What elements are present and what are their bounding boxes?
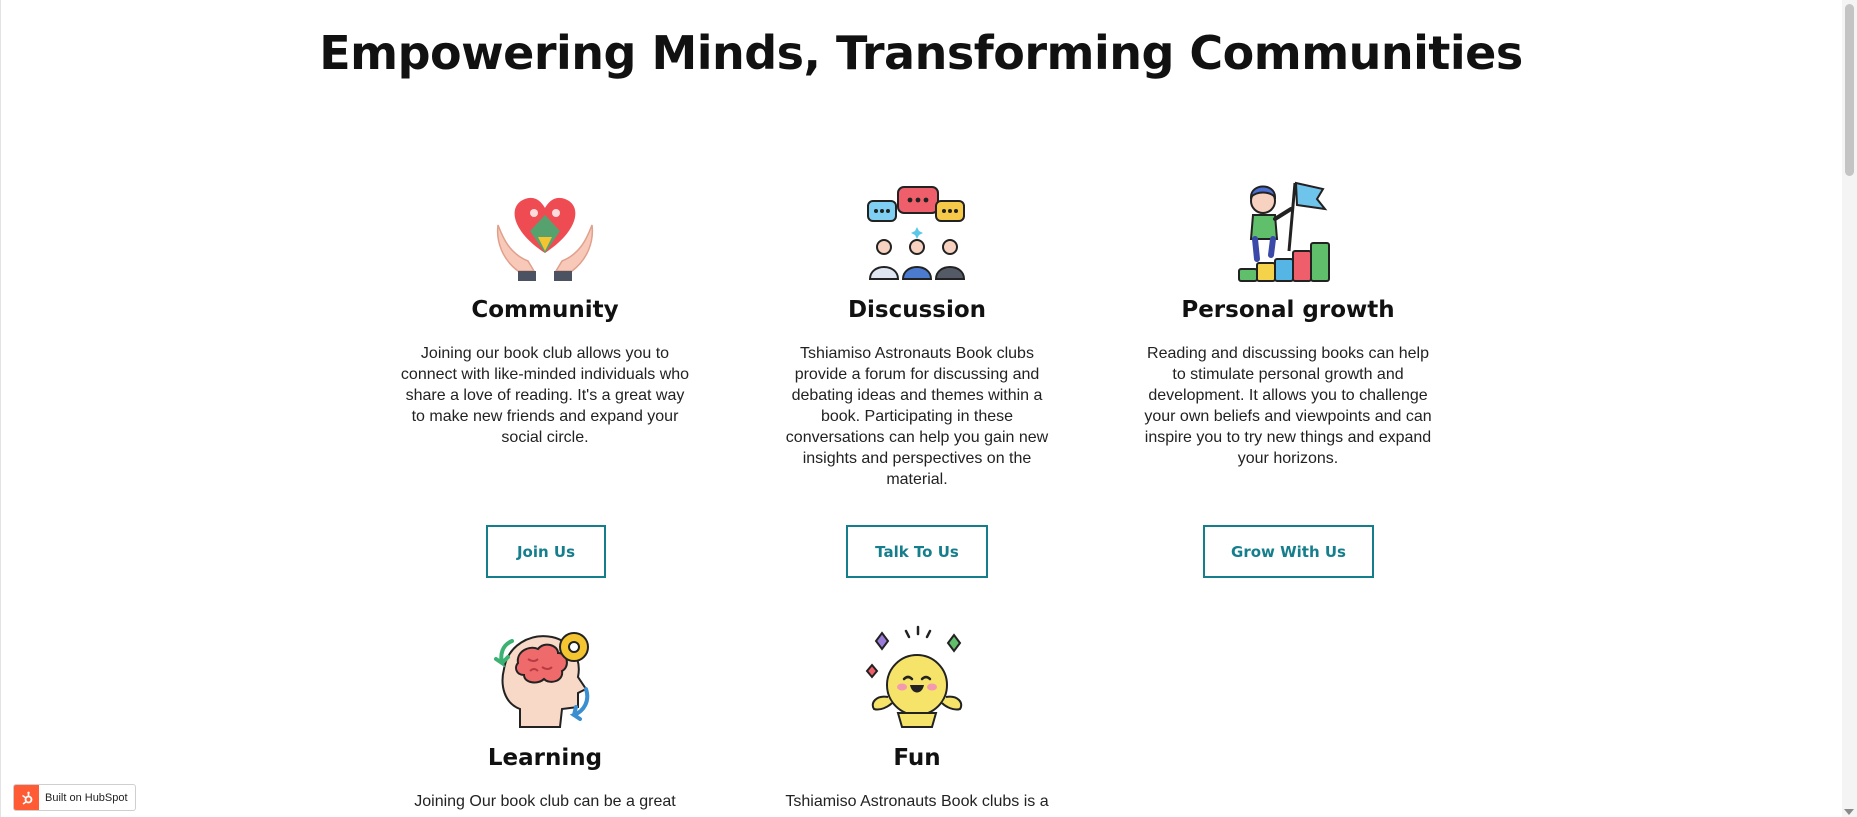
- hubspot-badge-label: Built on HubSpot: [45, 791, 128, 804]
- scroll-down-arrow-icon[interactable]: [1844, 809, 1854, 815]
- brain-gear-icon: [494, 632, 590, 728]
- card-fun: Fun Tshiamiso Astronauts Book clubs is a: [767, 623, 1067, 812]
- card-learning: Learning Joining Our book club can be a …: [395, 623, 695, 812]
- card-heading: Personal growth: [1181, 297, 1395, 323]
- growth-flag-icon: [1238, 181, 1330, 282]
- card-text: Joining Our book club can be a great: [414, 793, 676, 810]
- join-us-button[interactable]: Join Us: [486, 525, 606, 578]
- hubspot-logo-icon: [14, 785, 39, 810]
- card-text: Tshiamiso Astronauts Book clubs is a: [785, 793, 1049, 810]
- card-discussion: Discussion Tshiamiso Astronauts Book clu…: [767, 175, 1067, 490]
- card-text: Reading and discussing books can help to…: [1144, 345, 1432, 467]
- card-heading: Fun: [893, 745, 941, 771]
- page: Empowering Minds, Transforming Communiti…: [0, 0, 1857, 817]
- card-community: Community Joining our book club allows y…: [395, 175, 695, 448]
- talk-to-us-button[interactable]: Talk To Us: [846, 525, 988, 578]
- scrollbar-thumb[interactable]: [1845, 4, 1854, 176]
- card-text: Joining our book club allows you to conn…: [400, 345, 690, 446]
- heart-hands-icon: [496, 197, 594, 281]
- card-heading: Community: [471, 297, 619, 323]
- grow-with-us-button[interactable]: Grow With Us: [1203, 525, 1374, 578]
- chat-group-icon: [867, 186, 966, 280]
- hubspot-badge[interactable]: Built on HubSpot: [13, 784, 136, 811]
- card-text: Tshiamiso Astronauts Book clubs provide …: [785, 345, 1049, 488]
- card-heading: Learning: [487, 745, 603, 771]
- happy-face-icon: [865, 625, 963, 728]
- vertical-scrollbar[interactable]: [1842, 0, 1857, 817]
- card-heading: Discussion: [847, 297, 987, 323]
- card-personal-growth: Personal growth Reading and discussing b…: [1138, 175, 1438, 469]
- page-title: Empowering Minds, Transforming Communiti…: [319, 26, 1523, 80]
